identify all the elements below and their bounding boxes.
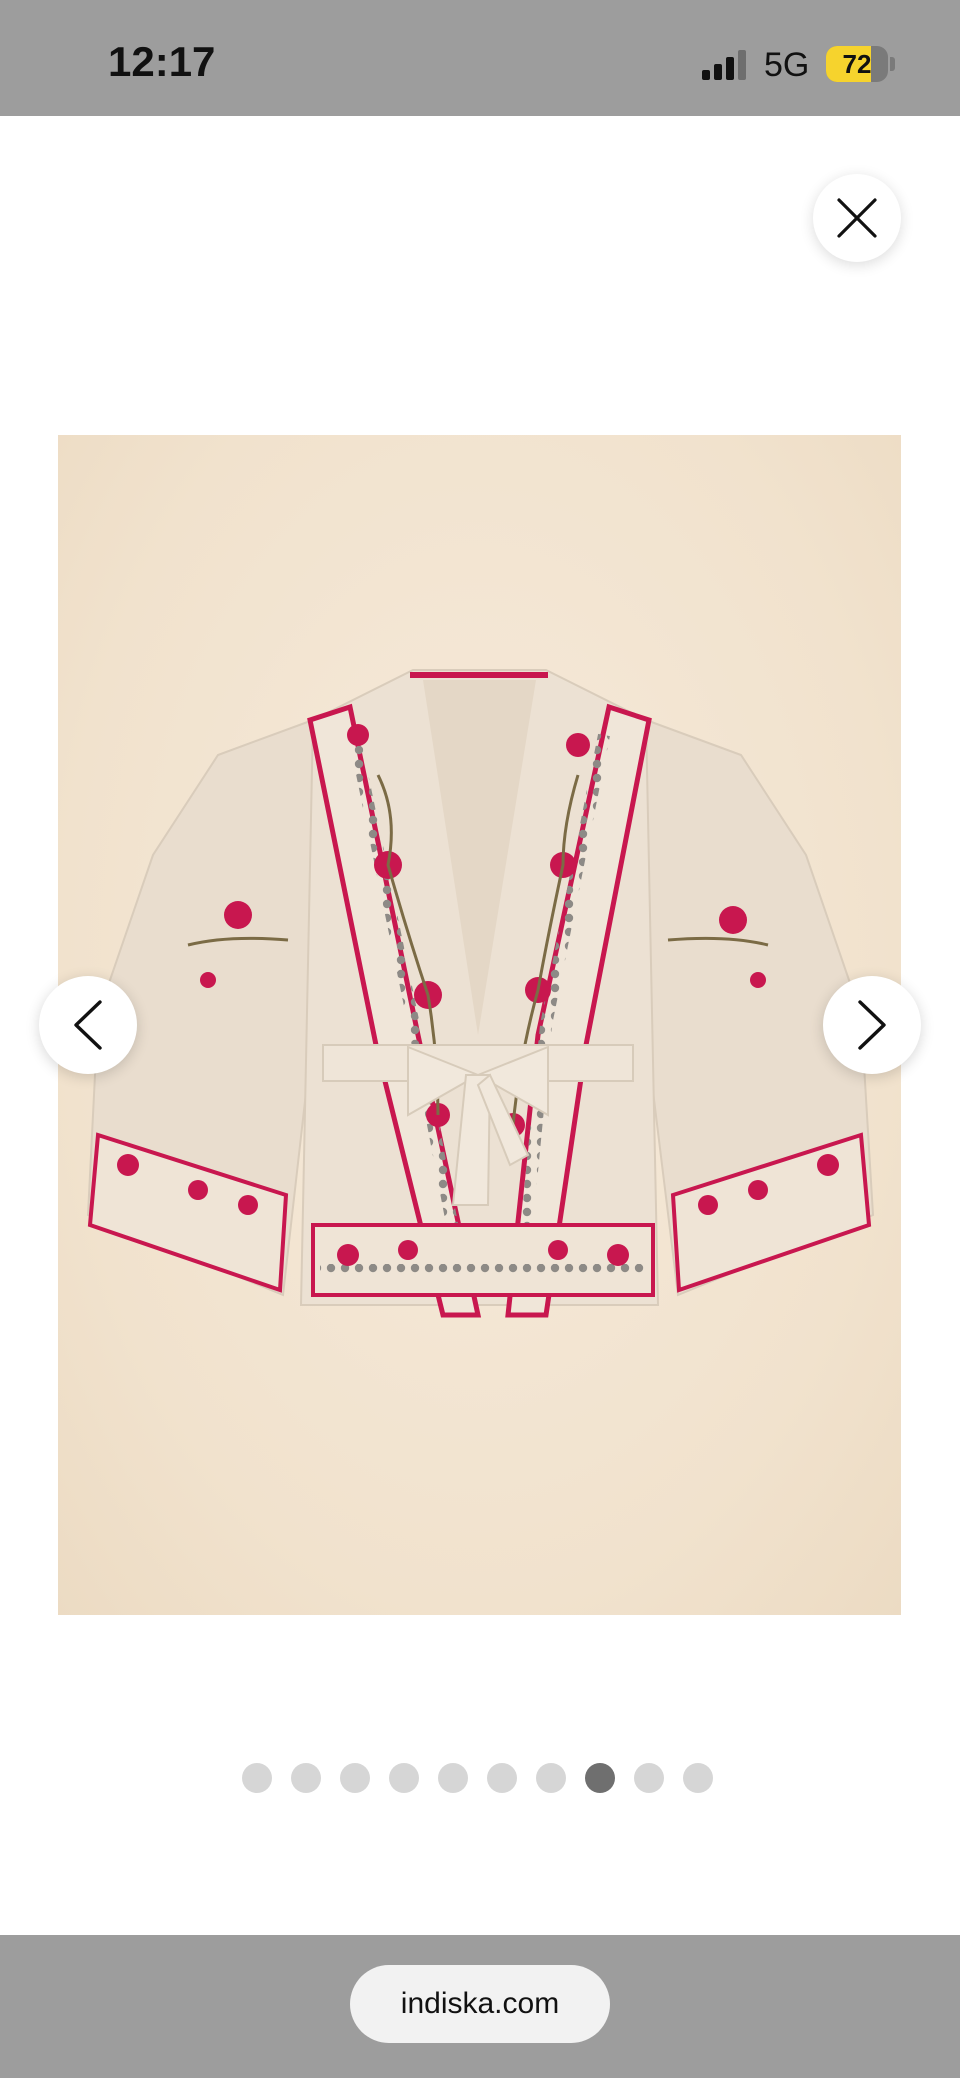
gallery-pagination <box>242 1763 722 1793</box>
cellular-signal-icon <box>702 50 746 80</box>
pagination-dot[interactable] <box>634 1763 664 1793</box>
browser-bottom-bar: indiska.com <box>0 1935 960 2078</box>
embroidered-jacket-illustration <box>86 669 875 1318</box>
network-label: 5G <box>764 46 810 84</box>
battery-level: 72 <box>842 49 872 79</box>
pagination-dot[interactable] <box>438 1763 468 1793</box>
pagination-dot-active[interactable] <box>585 1763 615 1793</box>
close-icon <box>837 198 877 238</box>
product-image <box>58 435 901 1615</box>
address-bar[interactable]: indiska.com <box>350 1965 610 2043</box>
pagination-dot[interactable] <box>340 1763 370 1793</box>
close-button[interactable] <box>813 174 901 262</box>
status-time: 12:17 <box>108 38 216 85</box>
chevron-left-icon <box>74 1000 102 1050</box>
pagination-dot[interactable] <box>389 1763 419 1793</box>
battery-icon: 72 <box>826 46 896 82</box>
pagination-dot[interactable] <box>291 1763 321 1793</box>
pagination-dot[interactable] <box>683 1763 713 1793</box>
previous-image-button[interactable] <box>39 976 137 1074</box>
next-image-button[interactable] <box>823 976 921 1074</box>
pagination-dot[interactable] <box>242 1763 272 1793</box>
chevron-right-icon <box>858 1000 886 1050</box>
pagination-dot[interactable] <box>487 1763 517 1793</box>
status-bar: 12:17 5G 72 <box>0 0 960 116</box>
pagination-dot[interactable] <box>536 1763 566 1793</box>
